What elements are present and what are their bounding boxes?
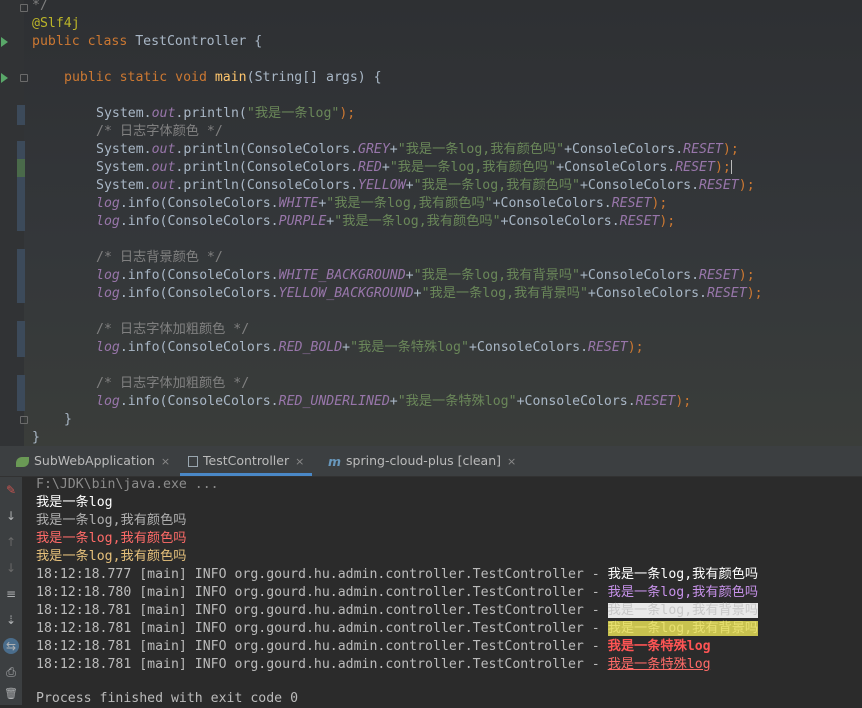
code-line: log.info(ConsoleColors.WHITE_BACKGROUND+… — [96, 268, 755, 283]
code-line: public class TestController { — [32, 33, 262, 51]
change-marker — [17, 105, 25, 125]
print-icon[interactable]: ⎙ — [3, 664, 19, 680]
code-text: (String[] args) { — [246, 70, 382, 85]
code-line: System.out.println(ConsoleColors.GREY+"我… — [96, 142, 739, 157]
code-comment: */ — [32, 0, 48, 13]
console-toolbar: ✎ ↓ ↑ ↓ ≡ ⇣ ⇆ ⎙ 🗑 — [0, 477, 22, 705]
run-main-icon[interactable] — [1, 73, 8, 83]
code-comment: /* 日志字体加粗颜色 */ — [96, 376, 250, 391]
code-line: } — [64, 412, 72, 427]
log-row: 18:12:18.781 [main] INFO org.gourd.hu.ad… — [36, 657, 711, 672]
code-line: log.info(ConsoleColors.PURPLE+"我是一条log,我… — [96, 214, 676, 229]
fold-icon[interactable] — [20, 416, 28, 424]
soft-wrap-icon[interactable]: ≡ — [3, 586, 19, 602]
console-command: F:\JDK\bin\java.exe ... — [36, 477, 219, 492]
log-row: 18:12:18.781 [main] INFO org.gourd.hu.ad… — [36, 639, 711, 654]
process-exit-message: Process finished with exit code 0 — [36, 691, 299, 706]
edit-config-icon[interactable]: ✎ — [3, 482, 19, 498]
console-output[interactable]: F:\JDK\bin\java.exe ... 我是一条log 我是一条log,… — [22, 477, 862, 706]
log-row: 18:12:18.781 [main] INFO org.gourd.hu.ad… — [36, 621, 759, 636]
code-line: System.out.println(ConsoleColors.RED+"我是… — [96, 160, 732, 175]
code-line: /* 日志字体加粗颜色 */ — [96, 375, 249, 393]
close-icon[interactable]: × — [507, 455, 516, 468]
run-tab-bar: SubWebApplication × TestController × m spri… — [0, 446, 862, 477]
code-line: } — [32, 430, 40, 445]
code-keyword: public class — [32, 34, 136, 49]
file-icon — [188, 456, 198, 467]
pin-icon[interactable]: ⇆ — [3, 638, 19, 654]
console-line: 我是一条log,我有颜色吗 — [36, 513, 187, 528]
code-line: log.info(ConsoleColors.RED_UNDERLINED+"我… — [96, 394, 692, 409]
tab-spring-cloud-plus[interactable]: m spring-cloud-plus [clean] × — [328, 446, 516, 476]
fold-icon[interactable] — [20, 74, 28, 82]
code-line: /* 日志背景颜色 */ — [96, 249, 223, 267]
code-text: TestController { — [135, 34, 263, 49]
change-marker — [17, 321, 25, 357]
console-line: 我是一条log,我有颜色吗 — [36, 531, 187, 546]
sort-icon[interactable]: ↓ — [3, 508, 19, 524]
code-line: */ — [32, 0, 48, 15]
code-line: public static void main(String[] args) { — [64, 69, 382, 87]
code-line: log.info(ConsoleColors.RED_BOLD+"我是一条特殊l… — [96, 340, 644, 355]
arrow-down-icon[interactable]: ↓ — [3, 560, 19, 576]
tab-label: TestController — [203, 453, 290, 468]
scroll-to-end-icon[interactable]: ⇣ — [3, 612, 19, 628]
editor-gutter[interactable] — [0, 0, 25, 446]
spring-leaf-icon — [16, 456, 29, 467]
log-row: 18:12:18.777 [main] INFO org.gourd.hu.ad… — [36, 567, 759, 582]
text-caret — [730, 160, 732, 174]
maven-icon: m — [328, 453, 342, 469]
code-line: System.out.println("我是一条log"); — [96, 106, 356, 121]
trash-icon[interactable]: 🗑 — [3, 686, 19, 702]
tab-label: spring-cloud-plus [clean] — [346, 453, 502, 468]
log-row: 18:12:18.780 [main] INFO org.gourd.hu.ad… — [36, 585, 759, 600]
change-marker — [17, 249, 25, 303]
code-keyword: public static void — [64, 70, 215, 85]
tab-label: SubWebApplication — [34, 453, 155, 468]
console-line: 我是一条log,我有颜色吗 — [36, 549, 187, 564]
change-marker — [17, 375, 25, 411]
code-comment: /* 日志字体颜色 */ — [96, 124, 223, 139]
console-line: 我是一条log — [36, 495, 113, 510]
code-line: /* 日志字体加粗颜色 */ — [96, 321, 249, 339]
code-editor[interactable]: */ @Slf4j public class TestController { … — [0, 0, 862, 446]
log-row: 18:12:18.781 [main] INFO org.gourd.hu.ad… — [36, 603, 759, 618]
code-line: log.info(ConsoleColors.YELLOW_BACKGROUND… — [96, 286, 763, 301]
close-icon[interactable]: × — [295, 455, 304, 468]
tab-testcontroller[interactable]: TestController × — [180, 446, 313, 476]
code-annotation: @Slf4j — [32, 16, 80, 31]
close-icon[interactable]: × — [161, 455, 170, 468]
code-comment: /* 日志字体加粗颜色 */ — [96, 322, 250, 337]
fold-icon[interactable] — [20, 4, 28, 12]
change-marker — [17, 159, 25, 177]
code-line: /* 日志字体颜色 */ — [96, 123, 223, 141]
code-method: main — [214, 70, 247, 85]
code-line: @Slf4j — [32, 15, 80, 33]
change-marker — [17, 141, 25, 231]
run-class-icon[interactable] — [1, 37, 8, 47]
arrow-up-icon[interactable]: ↑ — [3, 534, 19, 550]
code-comment: /* 日志背景颜色 */ — [96, 250, 223, 265]
code-line: System.out.println(ConsoleColors.YELLOW+… — [96, 178, 755, 193]
tab-subwebapplication[interactable]: SubWebApplication × — [16, 446, 170, 476]
code-line: log.info(ConsoleColors.WHITE+"我是一条log,我有… — [96, 196, 668, 211]
